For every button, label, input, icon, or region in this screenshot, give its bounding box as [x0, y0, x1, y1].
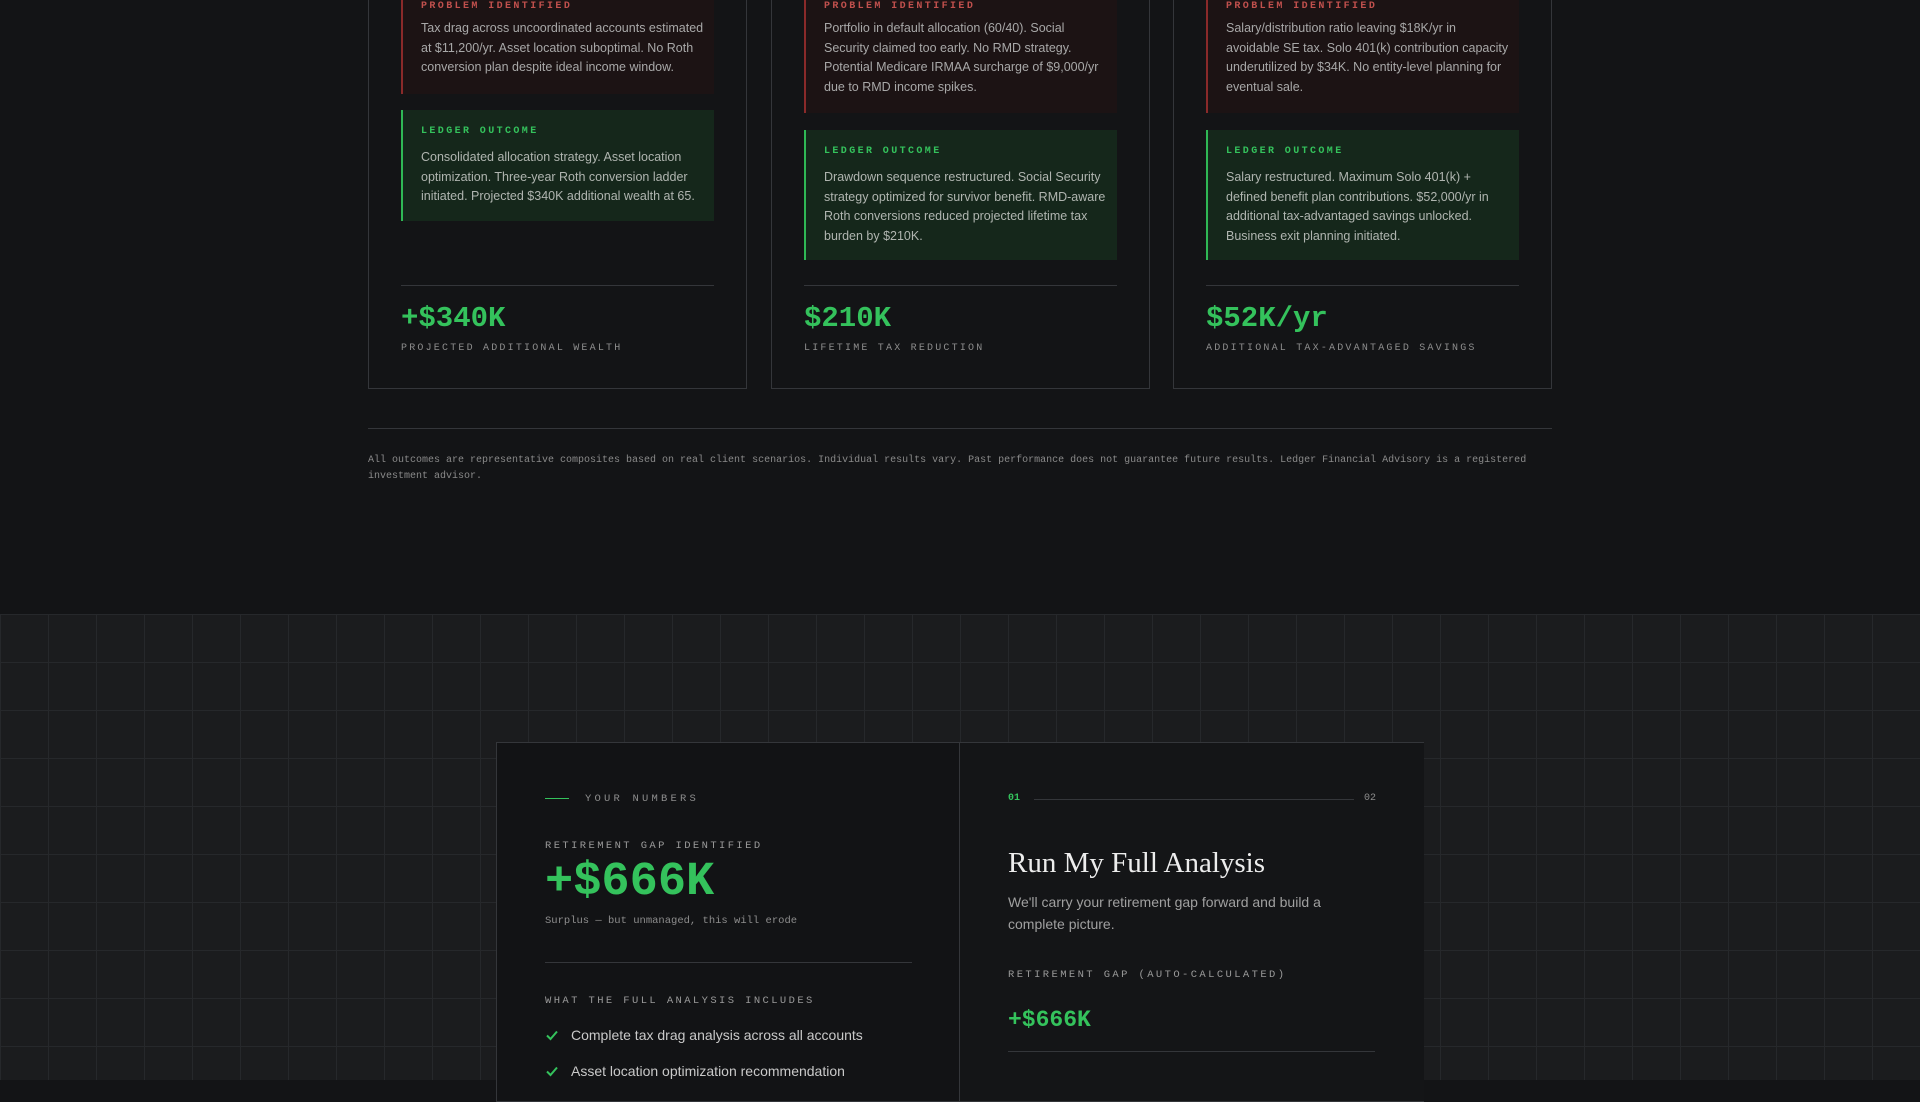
case-card-1: PROBLEM IDENTIFIED Tax drag across uncoo…	[368, 0, 747, 389]
check-icon	[546, 1066, 558, 1077]
problem-label: PROBLEM IDENTIFIED	[421, 1, 573, 12]
outcome-box: LEDGER OUTCOME Salary restructured. Maxi…	[1206, 130, 1519, 260]
panel-divider	[545, 962, 912, 963]
outcome-text: Salary restructured. Maximum Solo 401(k)…	[1226, 170, 1489, 243]
outcome-label: LEDGER OUTCOME	[421, 126, 539, 137]
problem-box: PROBLEM IDENTIFIED Tax drag across uncoo…	[401, 0, 714, 94]
eyebrow-label: YOUR NUMBERS	[585, 793, 700, 805]
problem-text: Salary/distribution ratio leaving $18K/y…	[1226, 21, 1509, 94]
metric-value: $52K/yr	[1206, 302, 1328, 335]
outcome-label: LEDGER OUTCOME	[824, 146, 942, 157]
eyebrow-line	[545, 798, 569, 799]
metric-label: LIFETIME TAX REDUCTION	[804, 343, 985, 354]
step-current: 01	[1008, 793, 1021, 804]
includes-label: WHAT THE FULL ANALYSIS INCLUDES	[545, 995, 815, 1007]
include-item: Complete tax drag analysis across all ac…	[545, 1027, 863, 1043]
outcome-box: LEDGER OUTCOME Consolidated allocation s…	[401, 110, 714, 221]
metric-label: PROJECTED ADDITIONAL WEALTH	[401, 343, 623, 354]
outcome-box: LEDGER OUTCOME Drawdown sequence restruc…	[804, 130, 1117, 260]
problem-text: Portfolio in default allocation (60/40).…	[824, 21, 1099, 94]
problem-label: PROBLEM IDENTIFIED	[824, 1, 976, 12]
outcome-text: Drawdown sequence restructured. Social S…	[824, 170, 1106, 243]
analysis-title: Run My Full Analysis	[1008, 847, 1266, 879]
outcome-text: Consolidated allocation strategy. Asset …	[421, 150, 695, 203]
your-numbers-panel: YOUR NUMBERS RETIREMENT GAP IDENTIFIED +…	[497, 743, 960, 1101]
section-divider	[368, 428, 1552, 429]
gap-value: +$666K	[545, 856, 715, 909]
field-underline	[1008, 1051, 1375, 1052]
disclaimer-text: All outcomes are representative composit…	[368, 455, 1527, 482]
metric-label: ADDITIONAL TAX-ADVANTAGED SAVINGS	[1206, 343, 1477, 354]
run-analysis-panel: 01 02 Run My Full Analysis We'll carry y…	[960, 743, 1424, 1101]
gap-label: RETIREMENT GAP IDENTIFIED	[545, 840, 763, 852]
analysis-panel: YOUR NUMBERS RETIREMENT GAP IDENTIFIED +…	[496, 742, 1424, 1102]
case-card-3: PROBLEM IDENTIFIED Salary/distribution r…	[1173, 0, 1552, 389]
card-divider	[1206, 285, 1519, 286]
step-total: 02	[1364, 793, 1377, 804]
outcome-label: LEDGER OUTCOME	[1226, 146, 1344, 157]
metric-value: +$340K	[401, 302, 506, 335]
check-icon	[546, 1030, 558, 1041]
metric-value: $210K	[804, 302, 892, 335]
problem-box: PROBLEM IDENTIFIED Salary/distribution r…	[1206, 0, 1519, 113]
case-card-2: PROBLEM IDENTIFIED Portfolio in default …	[771, 0, 1150, 389]
auto-calculated-value[interactable]: +$666K	[1008, 1007, 1091, 1033]
include-item-text: Complete tax drag analysis across all ac…	[571, 1027, 863, 1043]
include-item-text: Asset location optimization recommendati…	[571, 1063, 845, 1079]
include-item: Asset location optimization recommendati…	[545, 1063, 845, 1079]
problem-label: PROBLEM IDENTIFIED	[1226, 1, 1378, 12]
analysis-description: We'll carry your retirement gap forward …	[1008, 894, 1321, 932]
case-studies-section: PROBLEM IDENTIFIED Tax drag across uncoo…	[0, 0, 1920, 614]
problem-text: Tax drag across uncoordinated accounts e…	[421, 21, 704, 74]
gap-note: Surplus — but unmanaged, this will erode	[545, 915, 798, 927]
auto-calculated-label: RETIREMENT GAP (AUTO-CALCULATED)	[1008, 969, 1287, 981]
card-divider	[401, 285, 714, 286]
step-progress-line	[1034, 799, 1354, 800]
problem-box: PROBLEM IDENTIFIED Portfolio in default …	[804, 0, 1117, 113]
card-divider	[804, 285, 1117, 286]
